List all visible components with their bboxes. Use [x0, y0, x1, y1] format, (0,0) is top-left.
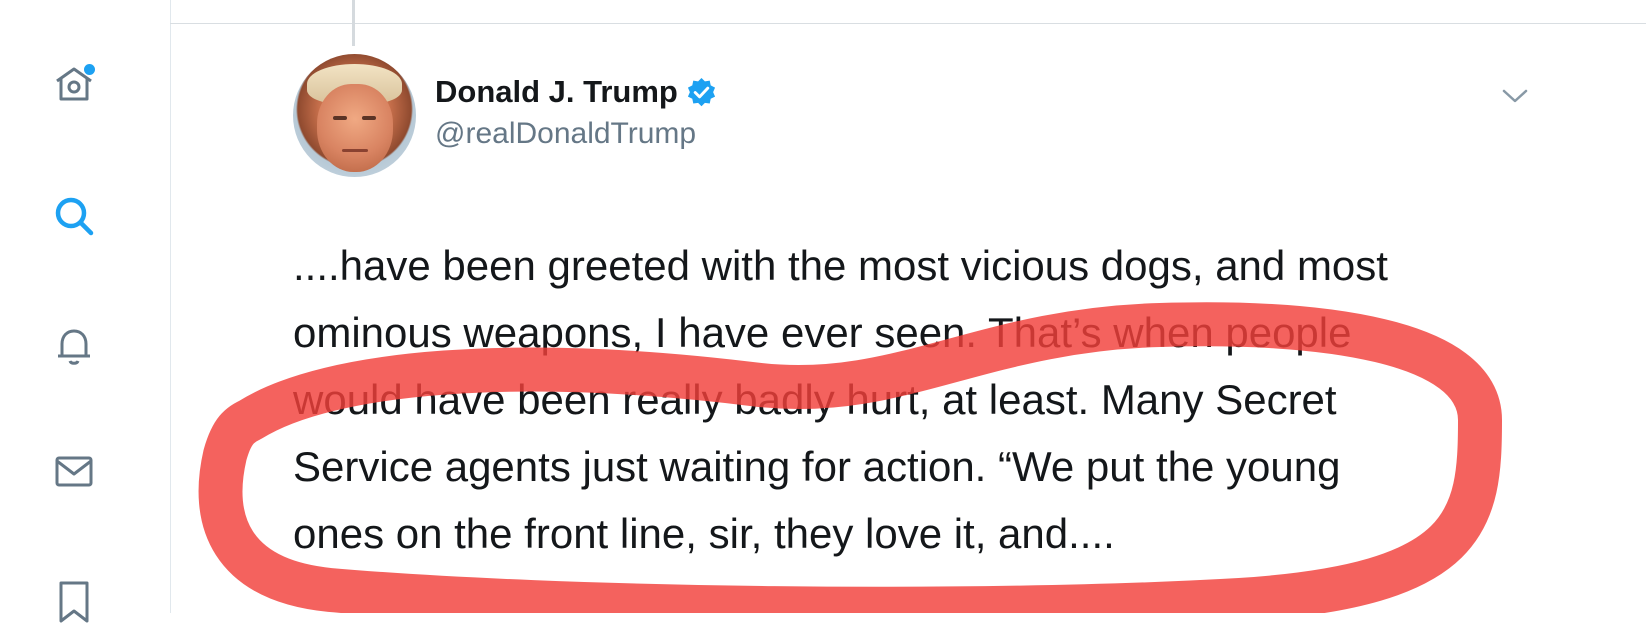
- avatar-eye: [362, 116, 376, 120]
- avatar-mouth: [342, 149, 368, 152]
- tweet-text: ....have been greeted with the most vici…: [293, 232, 1533, 567]
- tweet-text-line: would have been really badly hurt, at le…: [293, 376, 1337, 423]
- author-handle[interactable]: @realDonaldTrump: [435, 117, 696, 151]
- tweet-text-line: Service agents just waiting for action. …: [293, 443, 1341, 490]
- avatar[interactable]: [293, 54, 416, 177]
- chevron-down-icon[interactable]: [1495, 76, 1535, 116]
- search-icon[interactable]: [50, 192, 98, 240]
- notification-dot: [84, 64, 95, 75]
- messages-icon[interactable]: [50, 447, 98, 495]
- home-icon[interactable]: [50, 60, 98, 108]
- nav-rail: [0, 0, 171, 623]
- verified-badge-icon: [687, 77, 715, 106]
- tweet-text-line: ominous weapons, I have ever seen. That’…: [293, 309, 1352, 356]
- avatar-eye: [333, 116, 347, 120]
- author-name-text: Donald J. Trump: [435, 74, 678, 109]
- bookmark-icon[interactable]: [50, 576, 98, 624]
- tweet-text-line: ones on the front line, sir, they love i…: [293, 510, 1115, 557]
- avatar-face: [317, 84, 393, 172]
- notifications-icon[interactable]: [50, 322, 98, 370]
- column-top-border: [170, 23, 1646, 24]
- thread-connector-line: [352, 0, 355, 46]
- author-name[interactable]: Donald J. Trump: [435, 74, 717, 110]
- tweet-text-line: ....have been greeted with the most vici…: [293, 242, 1388, 289]
